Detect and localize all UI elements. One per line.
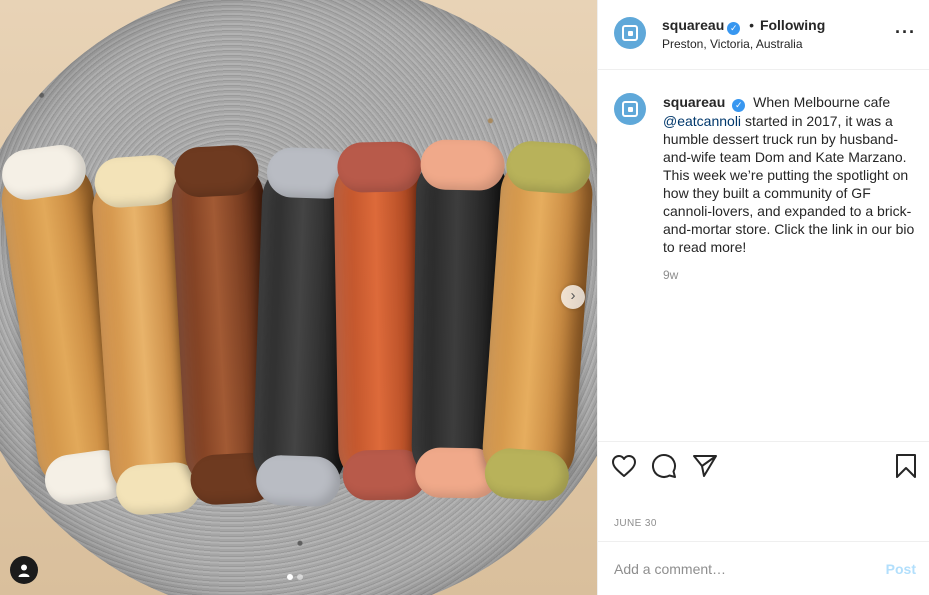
- caption-text-start: When Melbourne cafe: [753, 94, 891, 110]
- comment-input[interactable]: [614, 559, 864, 579]
- next-image-button[interactable]: ›: [561, 285, 585, 309]
- square-logo-icon: [622, 25, 638, 41]
- post-date[interactable]: JUNE 30: [614, 518, 657, 529]
- paper-plane-icon: [693, 455, 717, 477]
- post-details-panel: squareau ✓ • Following Preston, Victoria,…: [597, 0, 929, 595]
- caption-section: squareau ✓ When Melbourne cafe @eatcannol…: [598, 71, 929, 441]
- post-image[interactable]: ›: [0, 0, 597, 595]
- more-options-button[interactable]: ···: [895, 22, 916, 43]
- carousel-dot-active: [287, 574, 293, 580]
- cannoli-photo: [0, 150, 595, 510]
- location-link[interactable]: Preston, Victoria, Australia: [662, 37, 803, 51]
- mention-link[interactable]: @eatcannoli: [663, 113, 741, 129]
- post-caption: squareau ✓ When Melbourne cafe @eatcannol…: [663, 93, 921, 256]
- save-button[interactable]: [892, 452, 920, 480]
- caption-text-rest: started in 2017, it was a humble dessert…: [663, 113, 915, 255]
- user-icon: [18, 564, 30, 577]
- caption-timestamp[interactable]: 9w: [663, 268, 678, 282]
- carousel-indicator: [287, 574, 303, 580]
- action-bar: [598, 441, 929, 493]
- following-button[interactable]: Following: [760, 17, 825, 33]
- verified-badge-icon: ✓: [727, 22, 741, 35]
- comment-bar: Post: [598, 541, 929, 595]
- caption-username[interactable]: squareau: [663, 94, 725, 110]
- verified-badge-icon: ✓: [732, 99, 746, 112]
- like-button[interactable]: [610, 452, 638, 480]
- share-button[interactable]: [691, 452, 719, 480]
- separator-dot: •: [749, 17, 755, 33]
- heart-icon: [612, 455, 636, 477]
- post-comment-button[interactable]: Post: [886, 561, 916, 577]
- post-header: squareau ✓ • Following Preston, Victoria,…: [598, 0, 929, 70]
- comment-icon: [652, 454, 676, 478]
- caption-avatar[interactable]: [614, 93, 646, 125]
- bookmark-icon: [896, 454, 916, 478]
- avatar[interactable]: [614, 17, 646, 49]
- tagged-users-button[interactable]: [10, 556, 38, 584]
- comment-button[interactable]: [650, 452, 678, 480]
- header-username[interactable]: squareau: [662, 17, 724, 33]
- carousel-dot: [297, 574, 303, 580]
- header-user-line: squareau ✓ • Following: [662, 17, 825, 35]
- square-logo-icon: [622, 101, 638, 117]
